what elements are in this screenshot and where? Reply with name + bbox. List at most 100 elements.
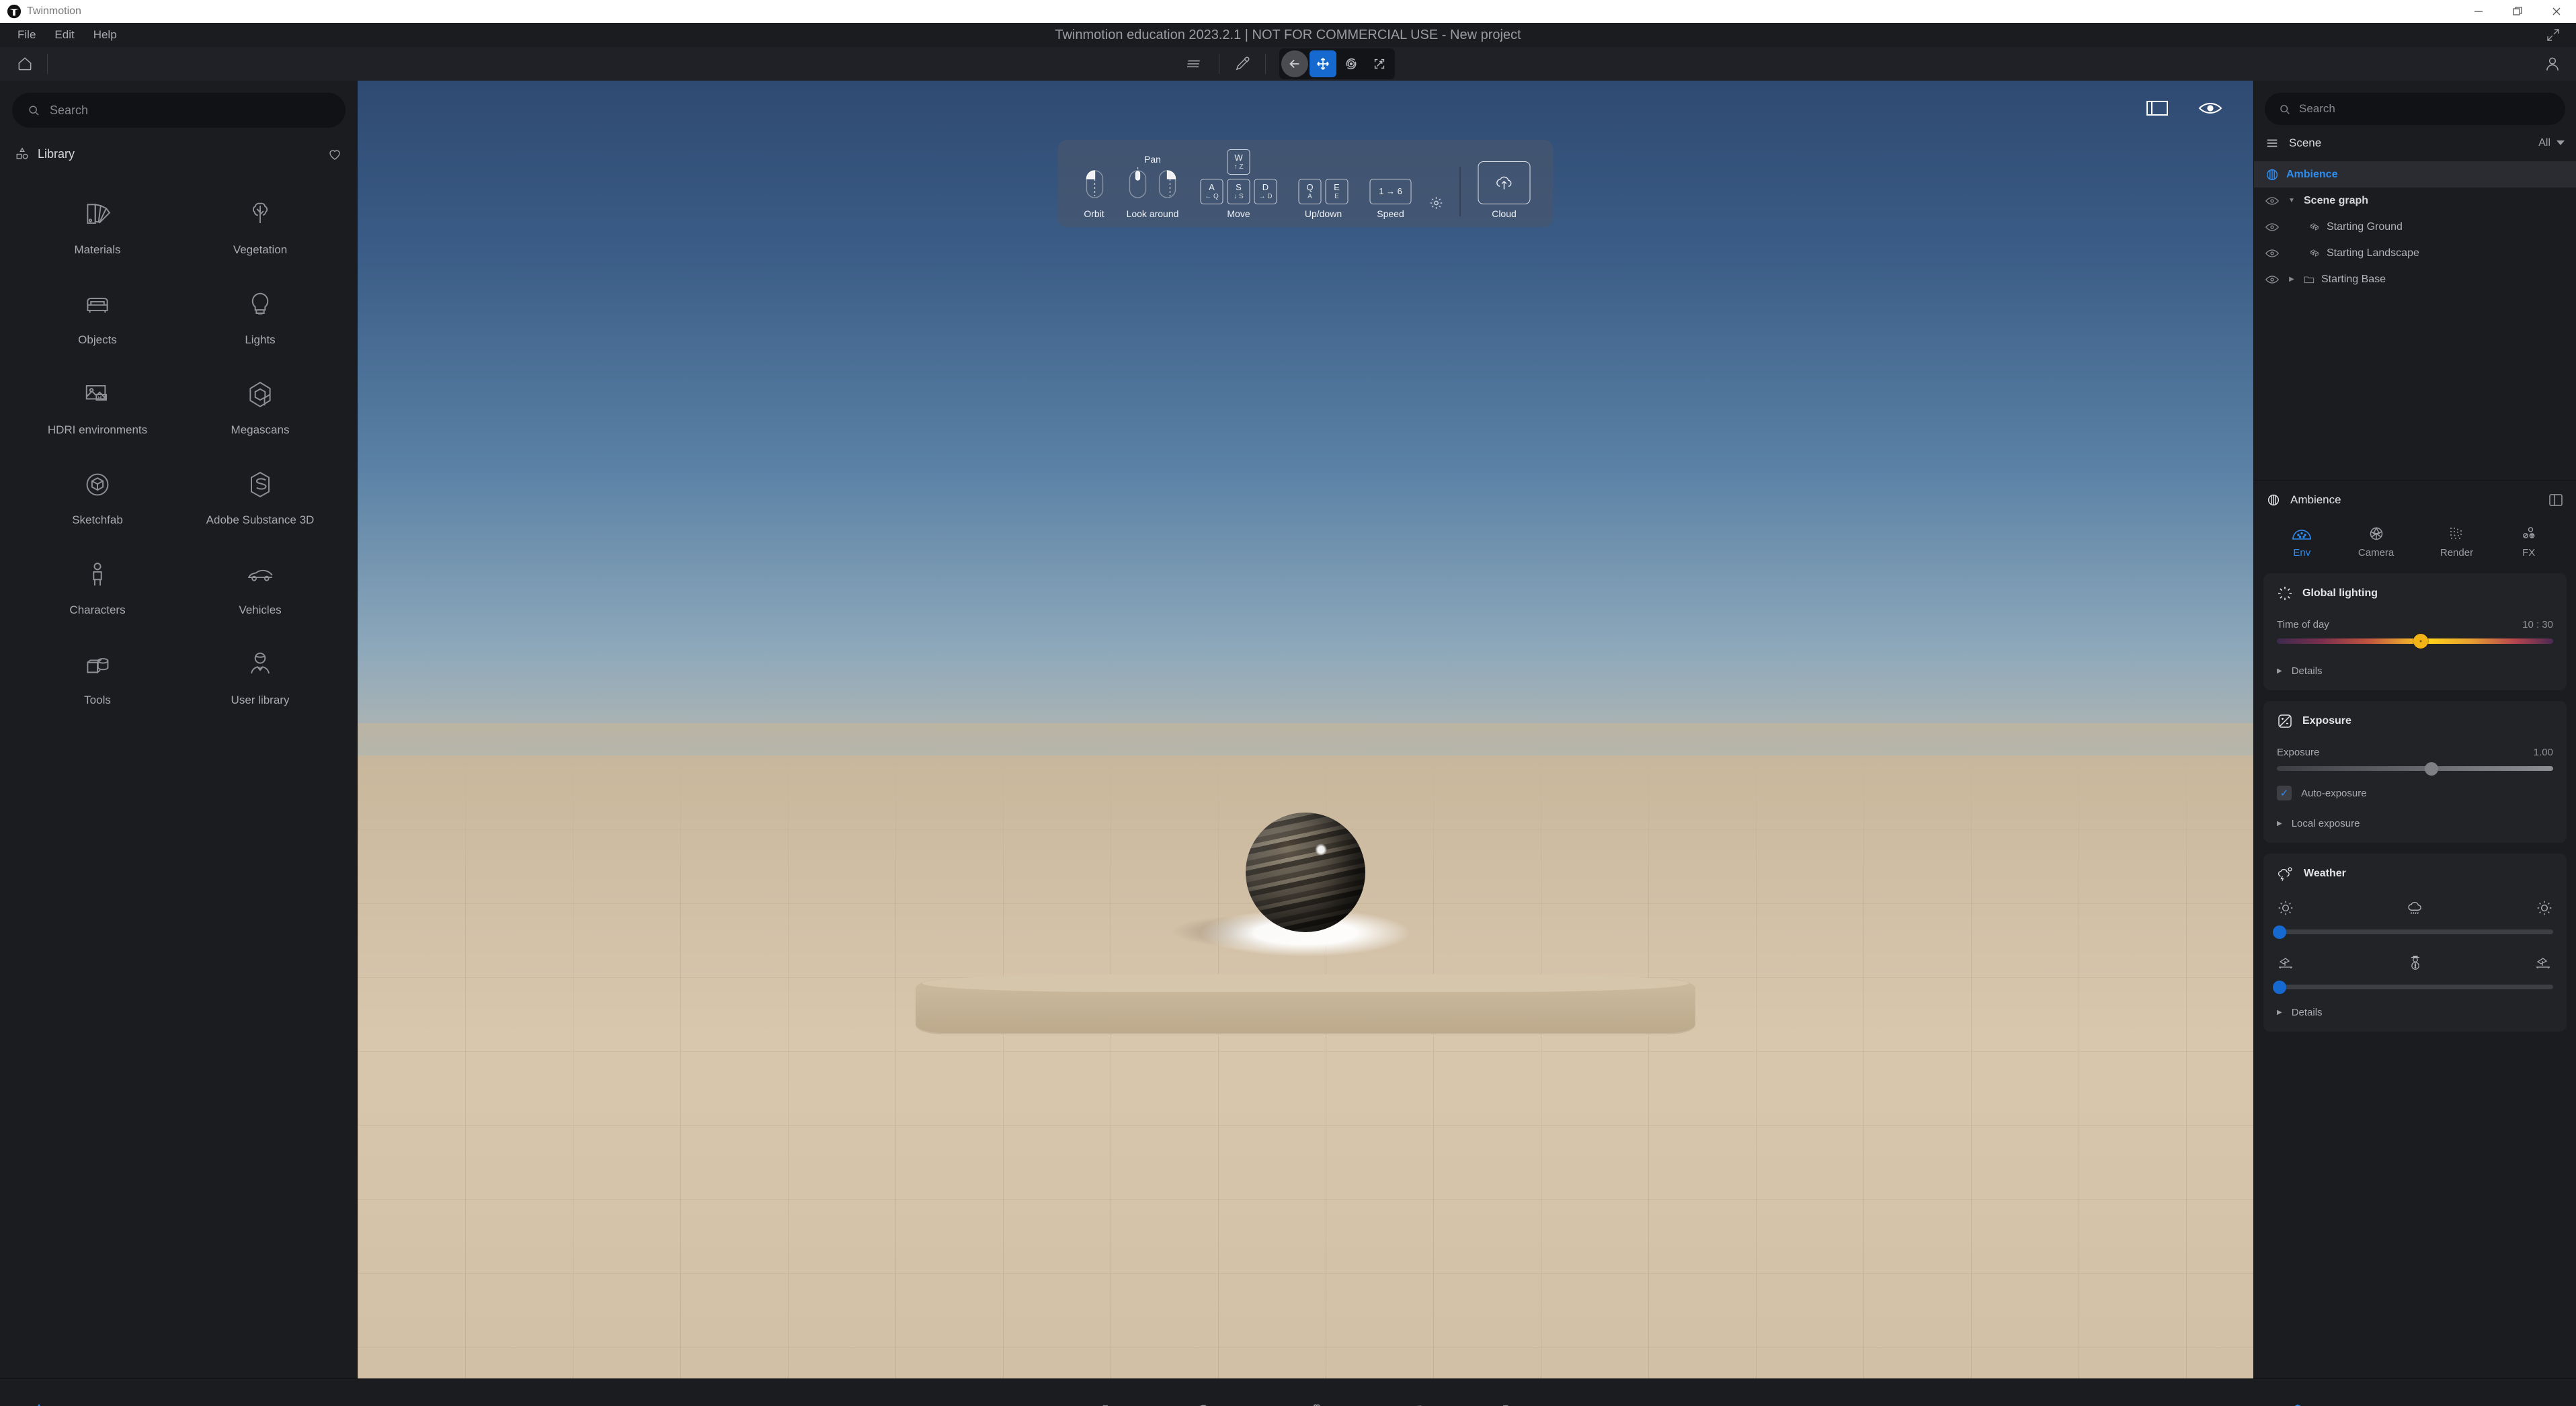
exposure-slider[interactable] bbox=[2277, 761, 2553, 776]
tab-fx[interactable]: FX bbox=[2520, 526, 2538, 559]
tab-camera[interactable]: Camera bbox=[2358, 526, 2394, 559]
library-item-user-library[interactable]: User library bbox=[179, 645, 341, 707]
back-button[interactable] bbox=[1281, 50, 1308, 77]
bottom-button-xyz[interactable]: XYZ bbox=[2441, 1401, 2462, 1406]
bottom-button-properties[interactable]: Properties bbox=[2352, 1401, 2401, 1406]
layers-icon[interactable] bbox=[1181, 49, 1211, 79]
vehicles-icon bbox=[243, 555, 278, 594]
library-item-materials[interactable]: Materials bbox=[16, 195, 179, 257]
bottom-button-library[interactable]: Library bbox=[23, 1401, 56, 1406]
panel-toggle-icon[interactable] bbox=[2146, 99, 2169, 120]
orbit-mouse-icon bbox=[1084, 166, 1105, 204]
bottom-center-group: Import Materials Populate bbox=[358, 1379, 2253, 1406]
bottom-button-import[interactable]: Import bbox=[1085, 1401, 1115, 1406]
properties-header: Ambience bbox=[2254, 481, 2576, 519]
render-icon bbox=[2450, 528, 2462, 539]
scene-item-ambience[interactable]: Ambience bbox=[2254, 161, 2576, 188]
weather-rain-icons-row bbox=[2277, 899, 2553, 920]
nav-speed-label: Speed bbox=[1377, 208, 1404, 219]
move-tool-button[interactable] bbox=[1310, 50, 1336, 77]
scene-filter-dropdown[interactable]: All bbox=[2538, 137, 2565, 149]
library-item-lights[interactable]: Lights bbox=[179, 285, 341, 347]
favorites-icon[interactable] bbox=[327, 146, 343, 162]
bottom-button-view-sets[interactable]: View sets bbox=[2501, 1401, 2547, 1406]
weather-details-row[interactable]: ▶ Details bbox=[2277, 1007, 2553, 1018]
library-item-megascans[interactable]: Megascans bbox=[179, 375, 341, 437]
exposure-title: Exposure bbox=[2302, 715, 2351, 727]
precipitation-slider-handle[interactable] bbox=[2273, 925, 2287, 939]
library-item-objects[interactable]: Objects bbox=[16, 285, 179, 347]
updown-key-row: Q A E E bbox=[1298, 179, 1349, 204]
bottom-button-export[interactable]: Export bbox=[1494, 1401, 1525, 1406]
library-item-hdri[interactable]: HDR HDRI environments bbox=[16, 375, 179, 437]
library-shapes-icon bbox=[16, 147, 28, 159]
scene-item-scene-graph[interactable]: ▼ Scene graph bbox=[2254, 188, 2576, 214]
library-item-substance[interactable]: Adobe Substance 3D bbox=[179, 465, 341, 527]
season-slider-handle[interactable] bbox=[2273, 980, 2287, 994]
scene-search-input[interactable]: Search bbox=[2265, 93, 2565, 125]
time-of-day-slider-handle[interactable] bbox=[2413, 634, 2428, 649]
eye-icon[interactable] bbox=[2265, 222, 2280, 232]
lights-icon bbox=[243, 285, 278, 324]
scene-item-starting-base[interactable]: ▶ Starting Base bbox=[2254, 266, 2576, 292]
eye-icon[interactable] bbox=[2265, 249, 2280, 258]
library-item-label: Materials bbox=[74, 243, 121, 256]
precipitation-slider[interactable] bbox=[2273, 925, 2553, 939]
close-button[interactable] bbox=[2537, 0, 2576, 23]
tab-render[interactable]: Render bbox=[2440, 526, 2473, 559]
library-search-input[interactable]: Search bbox=[12, 93, 346, 128]
tab-env[interactable]: Env bbox=[2292, 526, 2312, 559]
bottom-button-populate[interactable]: Populate bbox=[1291, 1401, 1334, 1406]
library-item-vehicles[interactable]: Vehicles bbox=[179, 555, 341, 617]
marble-sphere-object[interactable] bbox=[1246, 812, 1365, 932]
restore-window-icon[interactable] bbox=[2545, 27, 2561, 43]
eye-icon[interactable] bbox=[2265, 196, 2280, 206]
navigation-help-overlay: Orbit Pan Look around W ↑ Z A ← Q S ↓ S … bbox=[1057, 140, 1554, 227]
global-lighting-details-row[interactable]: ▶ Details bbox=[2277, 665, 2553, 677]
exposure-slider-label: Exposure bbox=[2277, 747, 2320, 758]
maximize-button[interactable] bbox=[2498, 0, 2537, 23]
bottom-stats[interactable]: 14% Stats bbox=[88, 1401, 116, 1406]
minimize-button[interactable] bbox=[2459, 0, 2498, 23]
bottom-button-materials[interactable]: Materials bbox=[1182, 1401, 1225, 1406]
bottom-button-scene[interactable]: Scene bbox=[2282, 1401, 2312, 1406]
nav-cloud-block[interactable]: Cloud bbox=[1470, 161, 1539, 219]
collapse-caret-icon[interactable]: ▶ bbox=[2286, 276, 2297, 283]
bottom-left-group: Library 14% Stats bbox=[0, 1379, 358, 1406]
library-item-characters[interactable]: Characters bbox=[16, 555, 179, 617]
library-item-tools[interactable]: Tools bbox=[16, 645, 179, 707]
bottom-button-media[interactable]: Media bbox=[1400, 1401, 1429, 1406]
time-of-day-slider[interactable] bbox=[2277, 634, 2553, 649]
menu-item-edit[interactable]: Edit bbox=[45, 23, 83, 47]
auto-exposure-checkbox[interactable]: ✓ bbox=[2277, 786, 2292, 800]
library-item-label: Tools bbox=[84, 694, 111, 706]
menu-item-file[interactable]: File bbox=[8, 23, 45, 47]
key-e: E E bbox=[1325, 179, 1349, 204]
auto-exposure-row[interactable]: ✓ Auto-exposure bbox=[2277, 786, 2553, 800]
season-slider[interactable] bbox=[2273, 980, 2553, 994]
account-icon[interactable] bbox=[2544, 55, 2561, 73]
auto-exposure-label: Auto-exposure bbox=[2301, 787, 2367, 799]
scene-menu-icon[interactable] bbox=[2265, 136, 2280, 151]
tab-fx-label: FX bbox=[2522, 547, 2536, 559]
split-panel-icon[interactable] bbox=[2548, 492, 2564, 508]
nav-move-block: W ↑ Z A ← Q S ↓ S D → D Move bbox=[1190, 149, 1288, 219]
env-icon bbox=[2292, 530, 2312, 540]
visibility-toggle-icon[interactable] bbox=[2198, 99, 2222, 120]
rotate-tool-button[interactable] bbox=[1338, 50, 1365, 77]
scene-item-starting-ground[interactable]: Starting Ground bbox=[2254, 214, 2576, 240]
scale-tool-button[interactable] bbox=[1366, 50, 1393, 77]
home-icon[interactable] bbox=[11, 50, 39, 78]
scene-item-starting-landscape[interactable]: Starting Landscape bbox=[2254, 240, 2576, 266]
nav-updown-block: Q A E E Up/down bbox=[1288, 179, 1359, 219]
eye-icon[interactable] bbox=[2265, 275, 2280, 284]
eyedropper-icon[interactable] bbox=[1227, 49, 1257, 79]
expand-caret-icon[interactable]: ▼ bbox=[2286, 197, 2297, 204]
nav-settings-gear-icon[interactable] bbox=[1429, 196, 1444, 214]
local-exposure-row[interactable]: ▶ Local exposure bbox=[2277, 818, 2553, 829]
exposure-slider-handle[interactable] bbox=[2425, 761, 2439, 776]
menu-item-help[interactable]: Help bbox=[84, 23, 126, 47]
3d-viewport[interactable]: Orbit Pan Look around W ↑ Z A ← Q S ↓ S … bbox=[358, 81, 2253, 1378]
library-item-vegetation[interactable]: Vegetation bbox=[179, 195, 341, 257]
library-item-sketchfab[interactable]: Sketchfab bbox=[16, 465, 179, 527]
